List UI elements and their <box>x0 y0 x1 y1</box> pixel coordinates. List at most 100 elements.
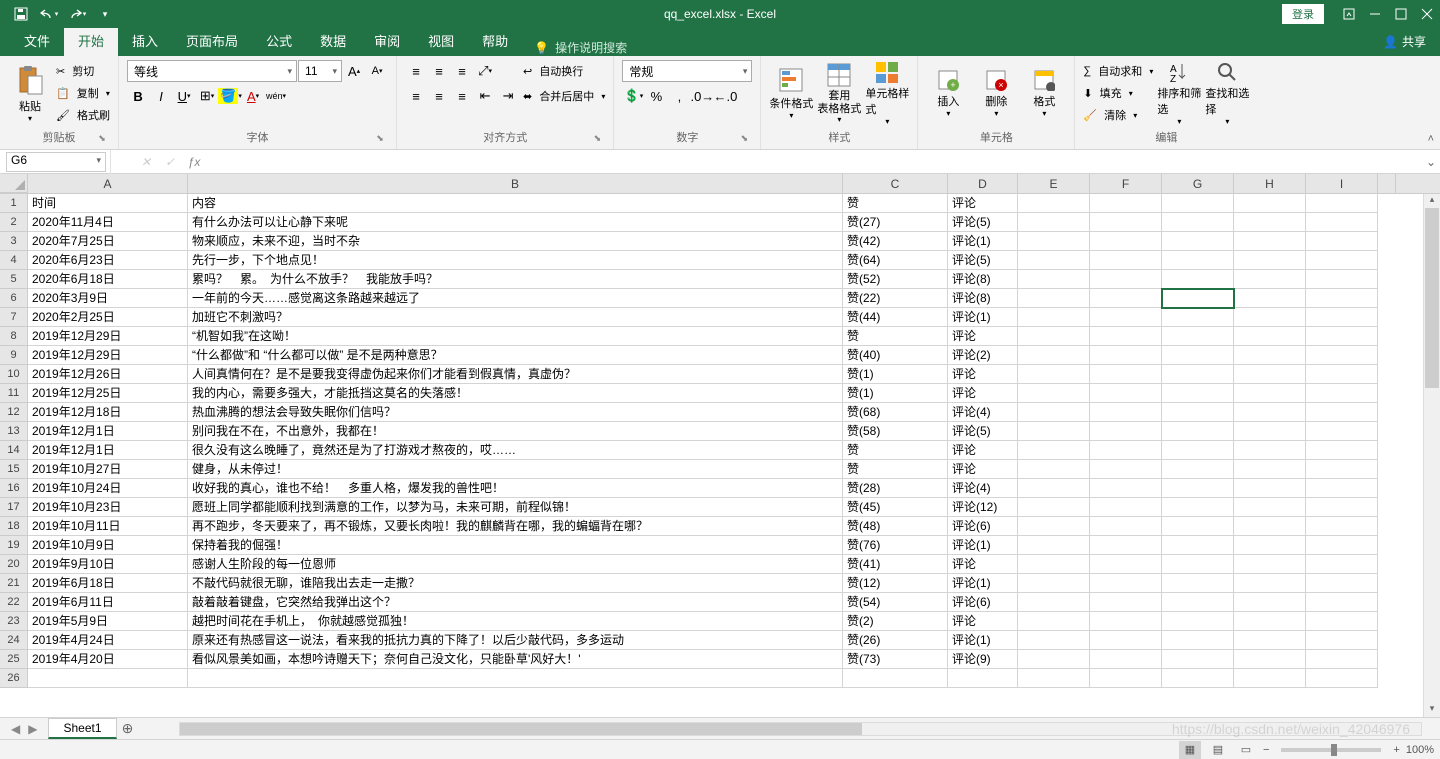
cell-E4[interactable] <box>1018 251 1090 270</box>
ruby-button[interactable]: wén▾ <box>265 85 287 107</box>
cell-I23[interactable] <box>1306 612 1378 631</box>
cell-G4[interactable] <box>1162 251 1234 270</box>
fx-icon[interactable]: ƒx <box>182 155 206 169</box>
align-bottom-icon[interactable]: ≡ <box>451 60 473 82</box>
cell-E21[interactable] <box>1018 574 1090 593</box>
paste-button[interactable]: 粘贴 ▾ <box>8 60 52 126</box>
col-header-J[interactable] <box>1378 174 1396 193</box>
cell-G14[interactable] <box>1162 441 1234 460</box>
cell-H23[interactable] <box>1234 612 1306 631</box>
row-header[interactable]: 10 <box>0 365 28 384</box>
cell-D15[interactable]: 评论 <box>948 460 1018 479</box>
cell-H8[interactable] <box>1234 327 1306 346</box>
tab-file[interactable]: 文件 <box>10 25 64 56</box>
cell-A19[interactable]: 2019年10月9日 <box>28 536 188 555</box>
cell-I3[interactable] <box>1306 232 1378 251</box>
page-break-view-icon[interactable]: ▭ <box>1235 741 1257 759</box>
cell-G5[interactable] <box>1162 270 1234 289</box>
decrease-font-icon[interactable]: A▾ <box>366 60 388 82</box>
row-header[interactable]: 3 <box>0 232 28 251</box>
cell-B1[interactable]: 内容 <box>188 194 843 213</box>
cell-I2[interactable] <box>1306 213 1378 232</box>
cell-I20[interactable] <box>1306 555 1378 574</box>
row-header[interactable]: 5 <box>0 270 28 289</box>
cell-G12[interactable] <box>1162 403 1234 422</box>
row-header[interactable]: 21 <box>0 574 28 593</box>
copy-button[interactable]: 📋 复制 ▾ <box>56 82 110 104</box>
cell[interactable] <box>1090 669 1162 688</box>
cell-E9[interactable] <box>1018 346 1090 365</box>
cell-G20[interactable] <box>1162 555 1234 574</box>
row-header[interactable]: 18 <box>0 517 28 536</box>
sheet-nav-prev-icon[interactable]: ◀ <box>8 722 23 736</box>
cell-B24[interactable]: 原来还有热感冒这一说法，看来我的抵抗力真的下降了！以后少敲代码，多多运动 <box>188 631 843 650</box>
undo-icon[interactable]: ▾ <box>36 2 62 26</box>
cell-I6[interactable] <box>1306 289 1378 308</box>
name-box[interactable]: G6 <box>6 152 106 172</box>
cell-E6[interactable] <box>1018 289 1090 308</box>
cell-C7[interactable]: 赞(44) <box>843 308 948 327</box>
cell-B19[interactable]: 保持着我的倔强！ <box>188 536 843 555</box>
col-header-E[interactable]: E <box>1018 174 1090 193</box>
col-header-B[interactable]: B <box>188 174 843 193</box>
tell-me-search[interactable]: 💡 操作说明搜索 <box>522 39 639 56</box>
horizontal-scrollbar[interactable] <box>179 722 1422 736</box>
row-header[interactable]: 22 <box>0 593 28 612</box>
comma-format-icon[interactable]: , <box>668 85 690 107</box>
table-format-button[interactable]: 套用 表格格式▾ <box>817 60 861 126</box>
cell-E17[interactable] <box>1018 498 1090 517</box>
zoom-in-icon[interactable]: + <box>1393 744 1399 756</box>
cell-B9[interactable]: “什么都做”和 “什么都可以做” 是不是两种意思？ <box>188 346 843 365</box>
cell-G8[interactable] <box>1162 327 1234 346</box>
cell-A5[interactable]: 2020年6月18日 <box>28 270 188 289</box>
cell-G15[interactable] <box>1162 460 1234 479</box>
cell-A11[interactable]: 2019年12月25日 <box>28 384 188 403</box>
row-header[interactable]: 2 <box>0 213 28 232</box>
cell-D5[interactable]: 评论(8) <box>948 270 1018 289</box>
formula-input[interactable] <box>206 152 1422 172</box>
tab-data[interactable]: 数据 <box>306 25 360 56</box>
cell-E22[interactable] <box>1018 593 1090 612</box>
font-size-combo[interactable]: 11 <box>298 60 342 82</box>
col-header-D[interactable]: D <box>948 174 1018 193</box>
cell-A8[interactable]: 2019年12月29日 <box>28 327 188 346</box>
tab-formulas[interactable]: 公式 <box>252 25 306 56</box>
cell-H2[interactable] <box>1234 213 1306 232</box>
cell-E8[interactable] <box>1018 327 1090 346</box>
tab-view[interactable]: 视图 <box>414 25 468 56</box>
cell[interactable] <box>843 669 948 688</box>
cell-C15[interactable]: 赞 <box>843 460 948 479</box>
cell-D16[interactable]: 评论(4) <box>948 479 1018 498</box>
col-header-I[interactable]: I <box>1306 174 1378 193</box>
cell[interactable] <box>1162 669 1234 688</box>
row-header[interactable]: 14 <box>0 441 28 460</box>
cell-D9[interactable]: 评论(2) <box>948 346 1018 365</box>
alignment-launcher-icon[interactable]: ⬊ <box>591 133 603 145</box>
tab-page-layout[interactable]: 页面布局 <box>172 25 252 56</box>
sheet-nav-next-icon[interactable]: ▶ <box>25 722 40 736</box>
cell[interactable] <box>28 669 188 688</box>
cell-F3[interactable] <box>1090 232 1162 251</box>
cell-H10[interactable] <box>1234 365 1306 384</box>
normal-view-icon[interactable]: ▦ <box>1179 741 1201 759</box>
cell-F23[interactable] <box>1090 612 1162 631</box>
cell-D6[interactable]: 评论(8) <box>948 289 1018 308</box>
maximize-icon[interactable] <box>1388 2 1414 26</box>
cell-D13[interactable]: 评论(5) <box>948 422 1018 441</box>
delete-cells-button[interactable]: ×删除▾ <box>974 60 1018 126</box>
cell-G24[interactable] <box>1162 631 1234 650</box>
cell-F13[interactable] <box>1090 422 1162 441</box>
cell-B25[interactable]: 看似风景美如画，本想吟诗赠天下；奈何自己没文化，只能卧草'风好大！' <box>188 650 843 669</box>
cell-E5[interactable] <box>1018 270 1090 289</box>
cell-C5[interactable]: 赞(52) <box>843 270 948 289</box>
font-color-button[interactable]: A▾ <box>242 85 264 107</box>
cell-H19[interactable] <box>1234 536 1306 555</box>
row-header[interactable]: 8 <box>0 327 28 346</box>
minimize-icon[interactable] <box>1362 2 1388 26</box>
find-select-button[interactable]: 查找和选择▾ <box>1205 60 1249 126</box>
wrap-text-button[interactable]: ↩ 自动换行 <box>523 60 605 82</box>
col-header-H[interactable]: H <box>1234 174 1306 193</box>
cell-H21[interactable] <box>1234 574 1306 593</box>
cell-A6[interactable]: 2020年3月9日 <box>28 289 188 308</box>
cell-A25[interactable]: 2019年4月20日 <box>28 650 188 669</box>
